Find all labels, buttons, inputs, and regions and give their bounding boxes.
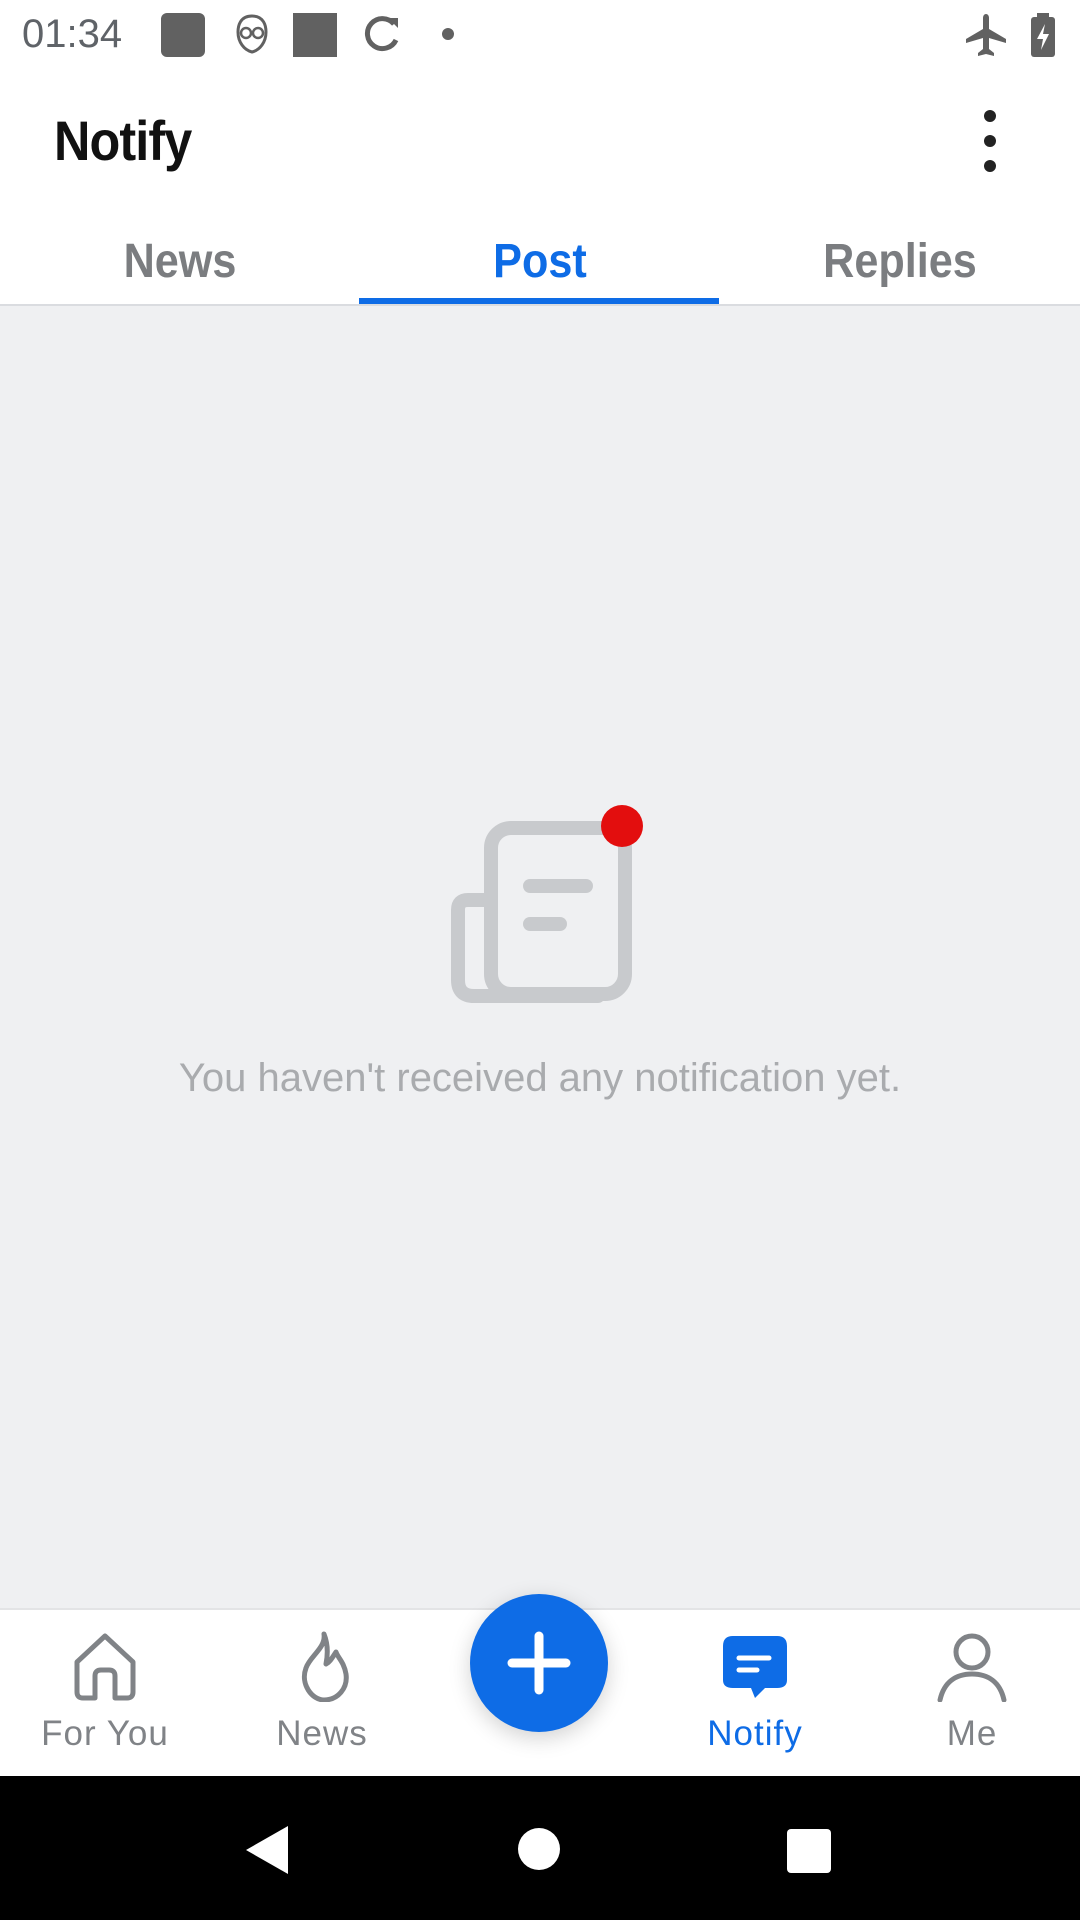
page-title: Notify: [54, 109, 192, 172]
nav-label-news: News: [276, 1714, 368, 1753]
home-icon: [74, 1633, 136, 1701]
airplane-mode-icon: [966, 14, 1006, 56]
nav-news[interactable]: News: [222, 1610, 422, 1778]
tab-news[interactable]: News: [18, 212, 342, 304]
tab-replies[interactable]: Replies: [738, 212, 1062, 304]
nav-for-you[interactable]: For You: [5, 1610, 205, 1778]
notification-badge: [601, 805, 643, 847]
status-time: 01:34: [22, 12, 123, 56]
person-icon: [937, 1633, 1007, 1702]
back-icon[interactable]: [244, 1824, 290, 1876]
flame-icon: [302, 1631, 349, 1702]
dot-icon: [442, 28, 454, 40]
tab-post[interactable]: Post: [378, 212, 702, 304]
newspaper-notification-icon: [451, 805, 643, 1003]
create-post-button[interactable]: [470, 1594, 608, 1732]
robot-face-icon: [236, 14, 268, 54]
more-vert-icon[interactable]: [970, 106, 1010, 176]
nav-label-for-you: For You: [41, 1714, 169, 1753]
nav-notify[interactable]: Notify: [655, 1610, 855, 1778]
status-bar: 01:34: [0, 0, 1080, 72]
notification-square-icon: [293, 13, 337, 57]
nav-label-notify: Notify: [707, 1714, 803, 1753]
app-bar: Notify News Post Replies: [0, 72, 1080, 306]
tab-bar: News Post Replies: [0, 212, 1080, 304]
tab-indicator: [359, 298, 719, 304]
nav-label-me: Me: [946, 1714, 998, 1753]
nav-me[interactable]: Me: [872, 1610, 1072, 1778]
system-nav-bar: [0, 1776, 1080, 1920]
battery-charging-icon: [1031, 13, 1055, 57]
empty-state-message: You haven't received any notification ye…: [178, 1056, 902, 1100]
chat-bubble-icon: [723, 1636, 787, 1698]
recents-icon[interactable]: [786, 1828, 832, 1874]
plus-icon: [507, 1631, 571, 1695]
sync-icon: [365, 16, 399, 52]
home-circle-icon[interactable]: [518, 1828, 560, 1870]
notification-square-icon: [161, 13, 205, 57]
